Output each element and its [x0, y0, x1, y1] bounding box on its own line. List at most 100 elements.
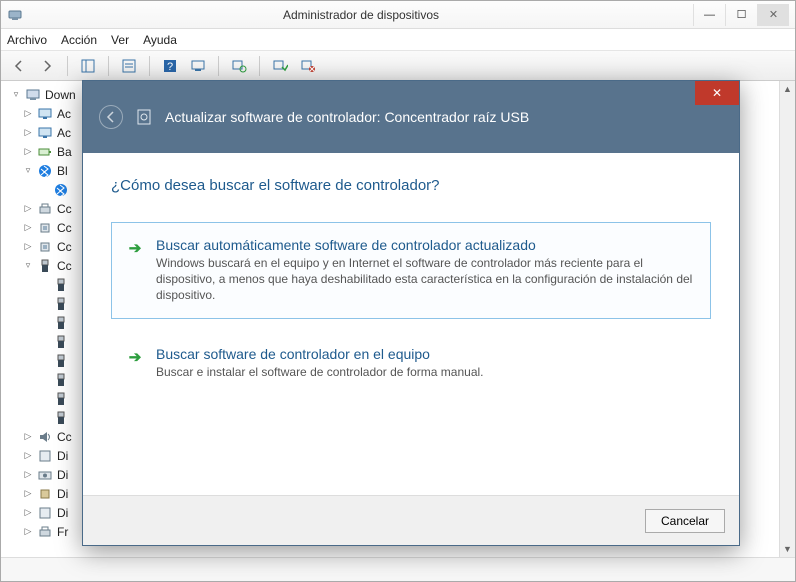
tree-expander-icon[interactable]: ▷ [23, 203, 33, 214]
menu-help[interactable]: Ayuda [143, 33, 177, 47]
toolbar-separator [67, 56, 68, 76]
usb-icon [53, 315, 69, 331]
tree-item-label: Bl [57, 164, 68, 178]
tree-root-label: Down [45, 88, 76, 102]
enable-device-button[interactable] [268, 54, 292, 78]
tree-expander-icon[interactable]: ▷ [23, 108, 33, 119]
toolbar-separator [259, 56, 260, 76]
tree-expander-icon[interactable]: ▿ [11, 89, 21, 100]
tree-expander-icon[interactable]: ▿ [23, 260, 33, 271]
device-icon [37, 448, 53, 464]
usb-icon [53, 410, 69, 426]
printer-icon [37, 201, 53, 217]
dialog-body: ¿Cómo desea buscar el software de contro… [83, 153, 739, 495]
menu-view[interactable]: Ver [111, 33, 129, 47]
update-driver-button[interactable] [227, 54, 251, 78]
bluetooth-icon [53, 182, 69, 198]
tree-item-label: Cc [57, 430, 72, 444]
tree-expander-icon[interactable]: ▷ [23, 526, 33, 537]
tree-item-label: Di [57, 468, 68, 482]
maximize-button[interactable]: ☐ [725, 4, 757, 26]
arrow-right-icon: ➔ [126, 239, 144, 257]
tree-expander-icon[interactable]: ▷ [23, 431, 33, 442]
tree-item-label: Cc [57, 240, 72, 254]
usb-icon [53, 334, 69, 350]
option-browse-desc: Buscar e instalar el software de control… [156, 364, 694, 380]
device-icon [37, 505, 53, 521]
tree-item-label: Cc [57, 221, 72, 235]
tree-expander-icon[interactable]: ▷ [23, 507, 33, 518]
toolbar-separator [218, 56, 219, 76]
battery-icon [37, 144, 53, 160]
tree-expander-icon[interactable]: ▷ [23, 146, 33, 157]
option-auto-search[interactable]: ➔ Buscar automáticamente software de con… [111, 222, 711, 319]
option-text: Buscar software de controlador en el equ… [156, 346, 694, 380]
option-text: Buscar automáticamente software de contr… [156, 237, 694, 304]
vertical-scrollbar[interactable]: ▲ ▼ [779, 81, 795, 557]
option-auto-desc: Windows buscará en el equipo y en Intern… [156, 255, 694, 304]
back-button[interactable] [7, 54, 31, 78]
chip-icon [37, 486, 53, 502]
show-hide-tree-button[interactable] [76, 54, 100, 78]
driver-disc-icon [135, 108, 153, 126]
tree-item-label: Ba [57, 145, 72, 159]
display-icon [37, 106, 53, 122]
option-browse-title: Buscar software de controlador en el equ… [156, 346, 694, 362]
menu-action[interactable]: Acción [61, 33, 97, 47]
dialog-question: ¿Cómo desea buscar el software de contro… [111, 177, 711, 194]
usb-icon [53, 372, 69, 388]
statusbar [1, 557, 795, 581]
toolbar-separator [149, 56, 150, 76]
dialog-back-button[interactable] [99, 105, 123, 129]
window-title: Administrador de dispositivos [29, 8, 693, 22]
tree-expander-icon[interactable]: ▷ [23, 222, 33, 233]
dialog-close-button[interactable]: ✕ [695, 81, 739, 105]
forward-button[interactable] [35, 54, 59, 78]
display-icon [37, 125, 53, 141]
tree-item-label: Cc [57, 202, 72, 216]
titlebar: Administrador de dispositivos — ☐ ✕ [1, 1, 795, 29]
svg-text:?: ? [167, 61, 173, 73]
scroll-down-icon[interactable]: ▼ [780, 541, 795, 557]
usb-icon [53, 391, 69, 407]
tree-item-label: Di [57, 487, 68, 501]
usb-icon [53, 353, 69, 369]
usb-icon [53, 296, 69, 312]
arrow-right-icon: ➔ [126, 348, 144, 366]
cpu-icon [37, 220, 53, 236]
toolbar-separator [108, 56, 109, 76]
dialog-title: Actualizar software de controlador: Conc… [165, 109, 529, 125]
option-auto-title: Buscar automáticamente software de contr… [156, 237, 694, 253]
uninstall-device-button[interactable] [296, 54, 320, 78]
toolbar: ? [1, 51, 795, 81]
tree-item-label: Di [57, 449, 68, 463]
printer-icon [37, 524, 53, 540]
scan-changes-button[interactable] [186, 54, 210, 78]
help-button[interactable]: ? [158, 54, 182, 78]
tree-expander-icon[interactable]: ▿ [23, 165, 33, 176]
usb-icon [37, 258, 53, 274]
cancel-button[interactable]: Cancelar [645, 509, 725, 533]
properties-button[interactable] [117, 54, 141, 78]
tree-expander-icon[interactable]: ▷ [23, 469, 33, 480]
tree-expander-icon[interactable]: ▷ [23, 127, 33, 138]
scroll-up-icon[interactable]: ▲ [780, 81, 795, 97]
tree-expander-icon[interactable]: ▷ [23, 450, 33, 461]
tree-expander-icon[interactable]: ▷ [23, 488, 33, 499]
close-button[interactable]: ✕ [757, 4, 789, 26]
menubar: Archivo Acción Ver Ayuda [1, 29, 795, 51]
cpu-icon [37, 239, 53, 255]
app-icon [7, 7, 23, 23]
dialog-header: ✕ Actualizar software de controlador: Co… [83, 81, 739, 153]
window-controls: — ☐ ✕ [693, 4, 789, 26]
dialog-footer: Cancelar [83, 495, 739, 545]
tree-item-label: Ac [57, 107, 71, 121]
tree-item-label: Ac [57, 126, 71, 140]
menu-file[interactable]: Archivo [7, 33, 47, 47]
tree-expander-icon[interactable]: ▷ [23, 241, 33, 252]
tree-item-label: Cc [57, 259, 72, 273]
speaker-icon [37, 429, 53, 445]
minimize-button[interactable]: — [693, 4, 725, 26]
update-driver-dialog: ✕ Actualizar software de controlador: Co… [82, 80, 740, 546]
option-browse-computer[interactable]: ➔ Buscar software de controlador en el e… [111, 331, 711, 395]
